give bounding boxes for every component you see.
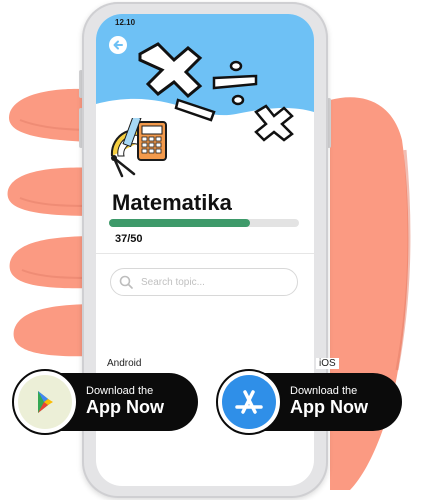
store-cta-small: Download the [86,385,154,397]
store-cta-large: App Now [86,397,164,417]
progress-fill [109,219,250,227]
calculator-compass-protractor-icon [110,118,167,178]
page-title: Matematika [112,190,232,215]
progress-count: 37/50 [115,233,143,245]
app-store-icon [222,375,276,429]
search-box[interactable] [110,268,298,296]
search-icon [119,275,133,289]
search-input[interactable] [139,275,293,289]
store-cta-small: Download the [290,385,358,397]
google-play-badge [12,369,78,435]
ios-label: iOS [316,358,339,369]
google-play-icon [18,375,72,429]
app-store-badge [216,369,282,435]
store-cta-large: App Now [290,397,368,417]
progress-bar [109,219,299,227]
android-label: Android [104,358,145,369]
google-play-download-button[interactable]: Download the App Now [12,369,198,435]
divider [96,253,314,254]
multiply-symbol-small [254,104,294,142]
back-button[interactable] [109,36,127,54]
arrow-left-icon [113,40,123,50]
app-store-download-button[interactable]: Download the App Now [216,369,402,435]
status-time: 12.10 [115,18,136,27]
